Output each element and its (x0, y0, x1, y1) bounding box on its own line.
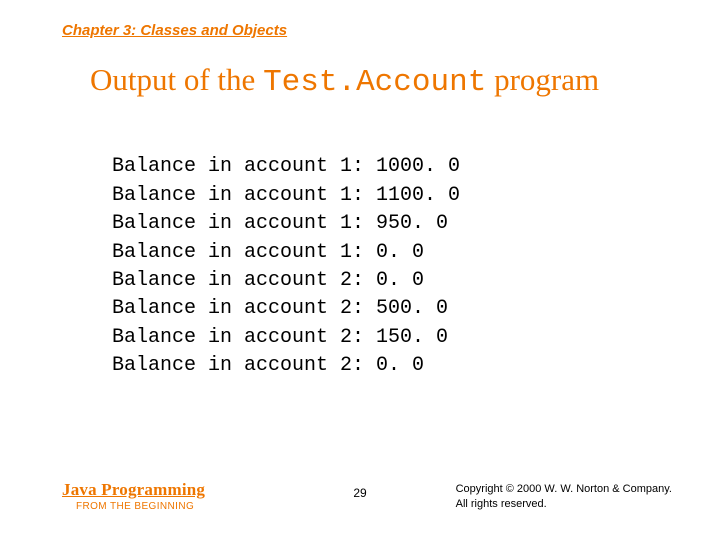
output-line: Balance in account 1: 1100. 0 (112, 184, 460, 207)
book-subtitle: FROM THE BEGINNING (76, 501, 205, 512)
copyright-line: All rights reserved. (456, 498, 547, 510)
output-line: Balance in account 1: 0. 0 (112, 241, 424, 264)
output-line: Balance in account 2: 500. 0 (112, 297, 448, 320)
output-line: Balance in account 2: 150. 0 (112, 326, 448, 349)
copyright: Copyright © 2000 W. W. Norton & Company.… (456, 482, 672, 512)
slide-title: Output of the Test.Account program (90, 62, 680, 100)
output-line: Balance in account 2: 0. 0 (112, 354, 424, 377)
copyright-line: Copyright © 2000 W. W. Norton & Company. (456, 483, 672, 495)
output-line: Balance in account 2: 0. 0 (112, 269, 424, 292)
output-line: Balance in account 1: 1000. 0 (112, 155, 460, 178)
output-line: Balance in account 1: 950. 0 (112, 212, 448, 235)
program-output: Balance in account 1: 1000. 0 Balance in… (112, 125, 460, 381)
chapter-title: Chapter 3: Classes and Objects (62, 22, 287, 39)
title-pre: Output of the (90, 62, 263, 97)
title-mono: Test.Account (263, 65, 486, 100)
title-post: program (486, 62, 599, 97)
